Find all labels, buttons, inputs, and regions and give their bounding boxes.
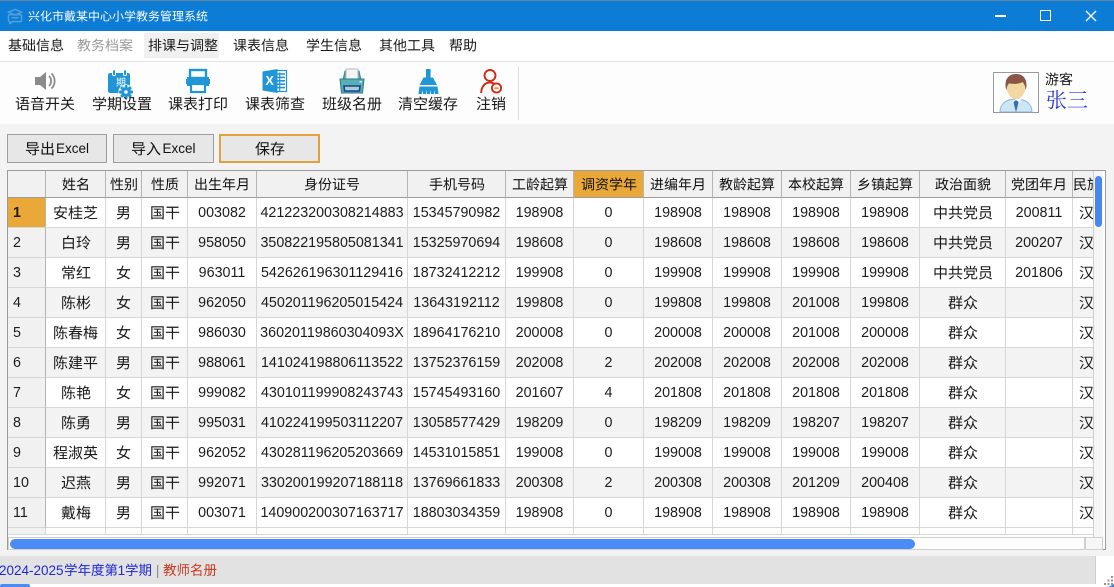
svg-text:X: X [266, 74, 275, 88]
